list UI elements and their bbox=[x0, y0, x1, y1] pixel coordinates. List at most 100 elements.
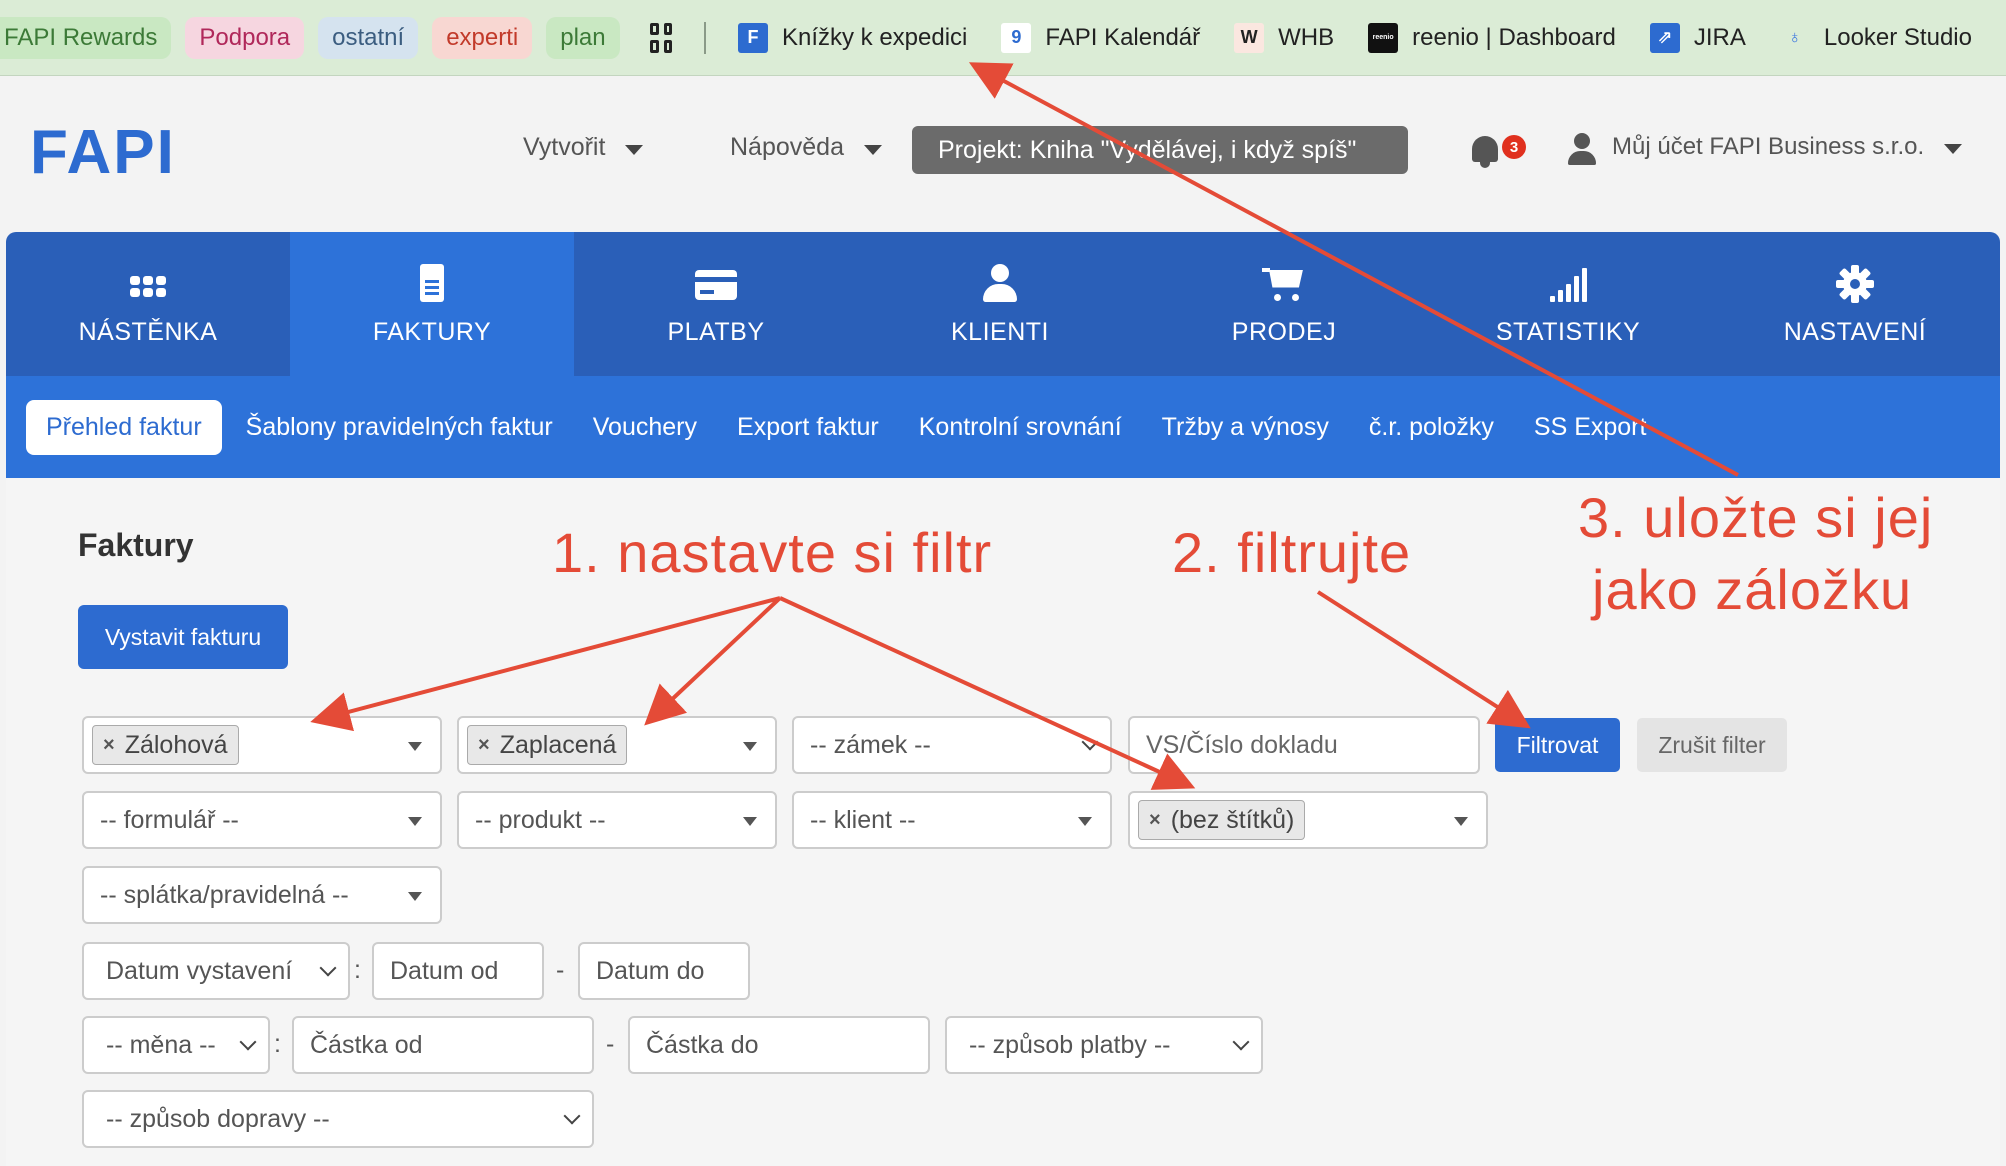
bookmark-link[interactable]: reenio reenio | Dashboard bbox=[1368, 22, 1616, 53]
bookmark-folder-ostatní[interactable]: ostatní bbox=[318, 16, 419, 59]
payment-method-select[interactable]: -- způsob platby -- bbox=[945, 1016, 1263, 1074]
bookmark-link-label: WHB bbox=[1278, 23, 1335, 51]
doc-number-input[interactable]: VS/Číslo dokladu bbox=[1128, 716, 1480, 774]
annotation-step-1: 1. nastavte si filtr bbox=[552, 521, 993, 584]
remove-tag-icon[interactable]: × bbox=[103, 734, 115, 757]
credit-card-icon bbox=[694, 262, 738, 306]
bookmark-link[interactable]: 9 FAPI Kalendář bbox=[1001, 22, 1200, 53]
remove-tag-icon[interactable]: × bbox=[1149, 809, 1161, 832]
subnav-item[interactable]: Kontrolní srovnání bbox=[919, 413, 1122, 442]
remove-tag-icon[interactable]: × bbox=[478, 734, 490, 757]
calendar-icon: 9 bbox=[1001, 22, 1032, 53]
nav-item-statistiky[interactable]: STATISTIKY bbox=[1426, 232, 1710, 376]
bookmark-link[interactable]: ♁ Looker Studio bbox=[1780, 23, 1972, 53]
form-select[interactable]: -- formulář -- bbox=[82, 791, 442, 849]
bookmark-folder-podpora[interactable]: Podpora bbox=[185, 16, 305, 59]
invoice-type-select[interactable]: × Zálohová bbox=[82, 716, 442, 774]
bookmark-folder-fapi-rewards[interactable]: FAPI Rewards bbox=[0, 16, 172, 59]
nav-item-faktury[interactable]: FAKTURY bbox=[290, 232, 574, 376]
date-to-input[interactable]: Datum do bbox=[578, 942, 750, 1000]
form-select-label: -- formulář -- bbox=[100, 805, 239, 834]
project-selector[interactable]: Projekt: Kniha "Vydělávej, i když spíš" bbox=[912, 126, 1408, 174]
chevron-down-icon bbox=[1081, 733, 1099, 751]
nav-item-nastavení[interactable]: NASTAVENÍ bbox=[1710, 232, 2000, 376]
subnav-item[interactable]: Přehled faktur bbox=[26, 399, 222, 455]
gear-icon bbox=[1833, 262, 1877, 306]
nav-item-prodej[interactable]: PRODEJ bbox=[1142, 232, 1426, 376]
invoice-status-select[interactable]: × Zaplacená bbox=[457, 716, 777, 774]
bookmark-link[interactable]: W WHB bbox=[1234, 22, 1335, 53]
subnav-item[interactable]: Vouchery bbox=[593, 413, 697, 442]
amount-to-input[interactable]: Částka do bbox=[628, 1016, 930, 1074]
tags-select[interactable]: × (bez štítků) bbox=[1128, 791, 1488, 849]
shipping-method-label: -- způsob dopravy -- bbox=[106, 1104, 330, 1133]
date-to-placeholder: Datum do bbox=[596, 956, 705, 985]
subnav-item[interactable]: Šablony pravidelných faktur bbox=[246, 413, 553, 442]
nav-item-label: FAKTURY bbox=[372, 317, 492, 346]
help-menu[interactable]: Nápověda bbox=[730, 133, 882, 162]
whb-w-icon: W bbox=[1234, 22, 1265, 53]
tags-tag[interactable]: × (bez štítků) bbox=[1138, 800, 1306, 840]
invoice-status-tag[interactable]: × Zaplacená bbox=[467, 725, 628, 765]
help-menu-label: Nápověda bbox=[730, 133, 844, 161]
invoice-status-tag-label: Zaplacená bbox=[499, 730, 617, 759]
bookmark-folder-plan[interactable]: plan bbox=[546, 16, 620, 59]
create-menu[interactable]: Vytvořit bbox=[523, 133, 644, 162]
filter-button[interactable]: Filtrovat bbox=[1495, 718, 1620, 772]
client-select[interactable]: -- klient -- bbox=[792, 791, 1112, 849]
dash-separator: - bbox=[606, 1030, 615, 1058]
date-from-input[interactable]: Datum od bbox=[372, 942, 544, 1000]
chevron-down-icon bbox=[239, 1033, 257, 1051]
annotation-step-3-line1: 3. uložte si jej bbox=[1578, 486, 1934, 549]
create-invoice-button[interactable]: Vystavit fakturu bbox=[78, 605, 288, 669]
nav-item-nástěnka[interactable]: NÁSTĚNKA bbox=[6, 232, 290, 376]
installment-select[interactable]: -- splátka/pravidelná -- bbox=[82, 866, 442, 924]
annotation-step-2: 2. filtrujte bbox=[1172, 521, 1412, 584]
subnav-item[interactable]: č.r. položky bbox=[1369, 413, 1494, 442]
bookmarks-bar: FAPI Rewards Podpora ostatní experti plan FK… bbox=[0, 0, 2006, 76]
nav-item-label: NASTAVENÍ bbox=[1783, 317, 1927, 346]
signal-bars-icon bbox=[1546, 262, 1590, 306]
bell-icon[interactable] bbox=[1470, 132, 1506, 172]
caret-down-icon bbox=[743, 817, 757, 826]
annotation-step-3-line2: jako záložku bbox=[1592, 558, 1913, 621]
caret-down-icon bbox=[1078, 817, 1092, 826]
bookmark-link[interactable]: F Knížky k expedici bbox=[737, 22, 967, 53]
amount-from-input[interactable]: Částka od bbox=[292, 1016, 594, 1074]
invoice-type-tag[interactable]: × Zálohová bbox=[92, 725, 239, 765]
fapi-f-icon: F bbox=[737, 22, 768, 53]
user-account-icon bbox=[1566, 133, 1598, 167]
main-navigation: NÁSTĚNKA FAKTURY PLATBY KLIENTI PRODEJ STATIS… bbox=[6, 232, 2000, 376]
currency-select[interactable]: -- měna -- bbox=[82, 1016, 270, 1074]
lock-select-label: -- zámek -- bbox=[810, 730, 931, 759]
chevron-down-icon bbox=[563, 1107, 581, 1125]
subnav-item[interactable]: Tržby a výnosy bbox=[1162, 413, 1329, 442]
shipping-method-select[interactable]: -- způsob dopravy -- bbox=[82, 1090, 594, 1148]
product-select-label: -- produkt -- bbox=[475, 805, 606, 834]
account-menu[interactable]: Můj účet FAPI Business s.r.o. bbox=[1612, 133, 1963, 161]
amount-from-placeholder: Částka od bbox=[310, 1030, 423, 1059]
clear-filter-button[interactable]: Zrušit filter bbox=[1637, 718, 1787, 772]
client-select-label: -- klient -- bbox=[810, 805, 916, 834]
date-type-select[interactable]: Datum vystavení bbox=[82, 942, 350, 1000]
chevron-down-icon bbox=[863, 144, 882, 155]
bookmark-link[interactable]: ⇗ JIRA bbox=[1649, 22, 1746, 53]
chevron-down-icon bbox=[1232, 1033, 1250, 1051]
payment-method-label: -- způsob platby -- bbox=[969, 1030, 1171, 1059]
caret-down-icon bbox=[408, 892, 422, 901]
currency-select-label: -- měna -- bbox=[106, 1030, 216, 1059]
nav-item-platby[interactable]: PLATBY bbox=[574, 232, 858, 376]
product-select[interactable]: -- produkt -- bbox=[457, 791, 777, 849]
fapi-logo[interactable]: FAPI bbox=[30, 117, 176, 188]
tags-tag-label: (bez štítků) bbox=[1170, 805, 1295, 834]
dashboard-grid-icon bbox=[126, 262, 170, 306]
nav-item-klienti[interactable]: KLIENTI bbox=[858, 232, 1142, 376]
apps-grid-icon[interactable] bbox=[649, 22, 673, 53]
lock-select[interactable]: -- zámek -- bbox=[792, 716, 1112, 774]
subnav-item[interactable]: Export faktur bbox=[737, 413, 879, 442]
subnav-item[interactable]: SS Export bbox=[1534, 413, 1647, 442]
caret-down-icon bbox=[743, 742, 757, 751]
user-icon bbox=[978, 262, 1022, 306]
bookmark-folder-experti[interactable]: experti bbox=[432, 16, 533, 59]
account-label: Můj účet FAPI Business s.r.o. bbox=[1612, 133, 1925, 160]
